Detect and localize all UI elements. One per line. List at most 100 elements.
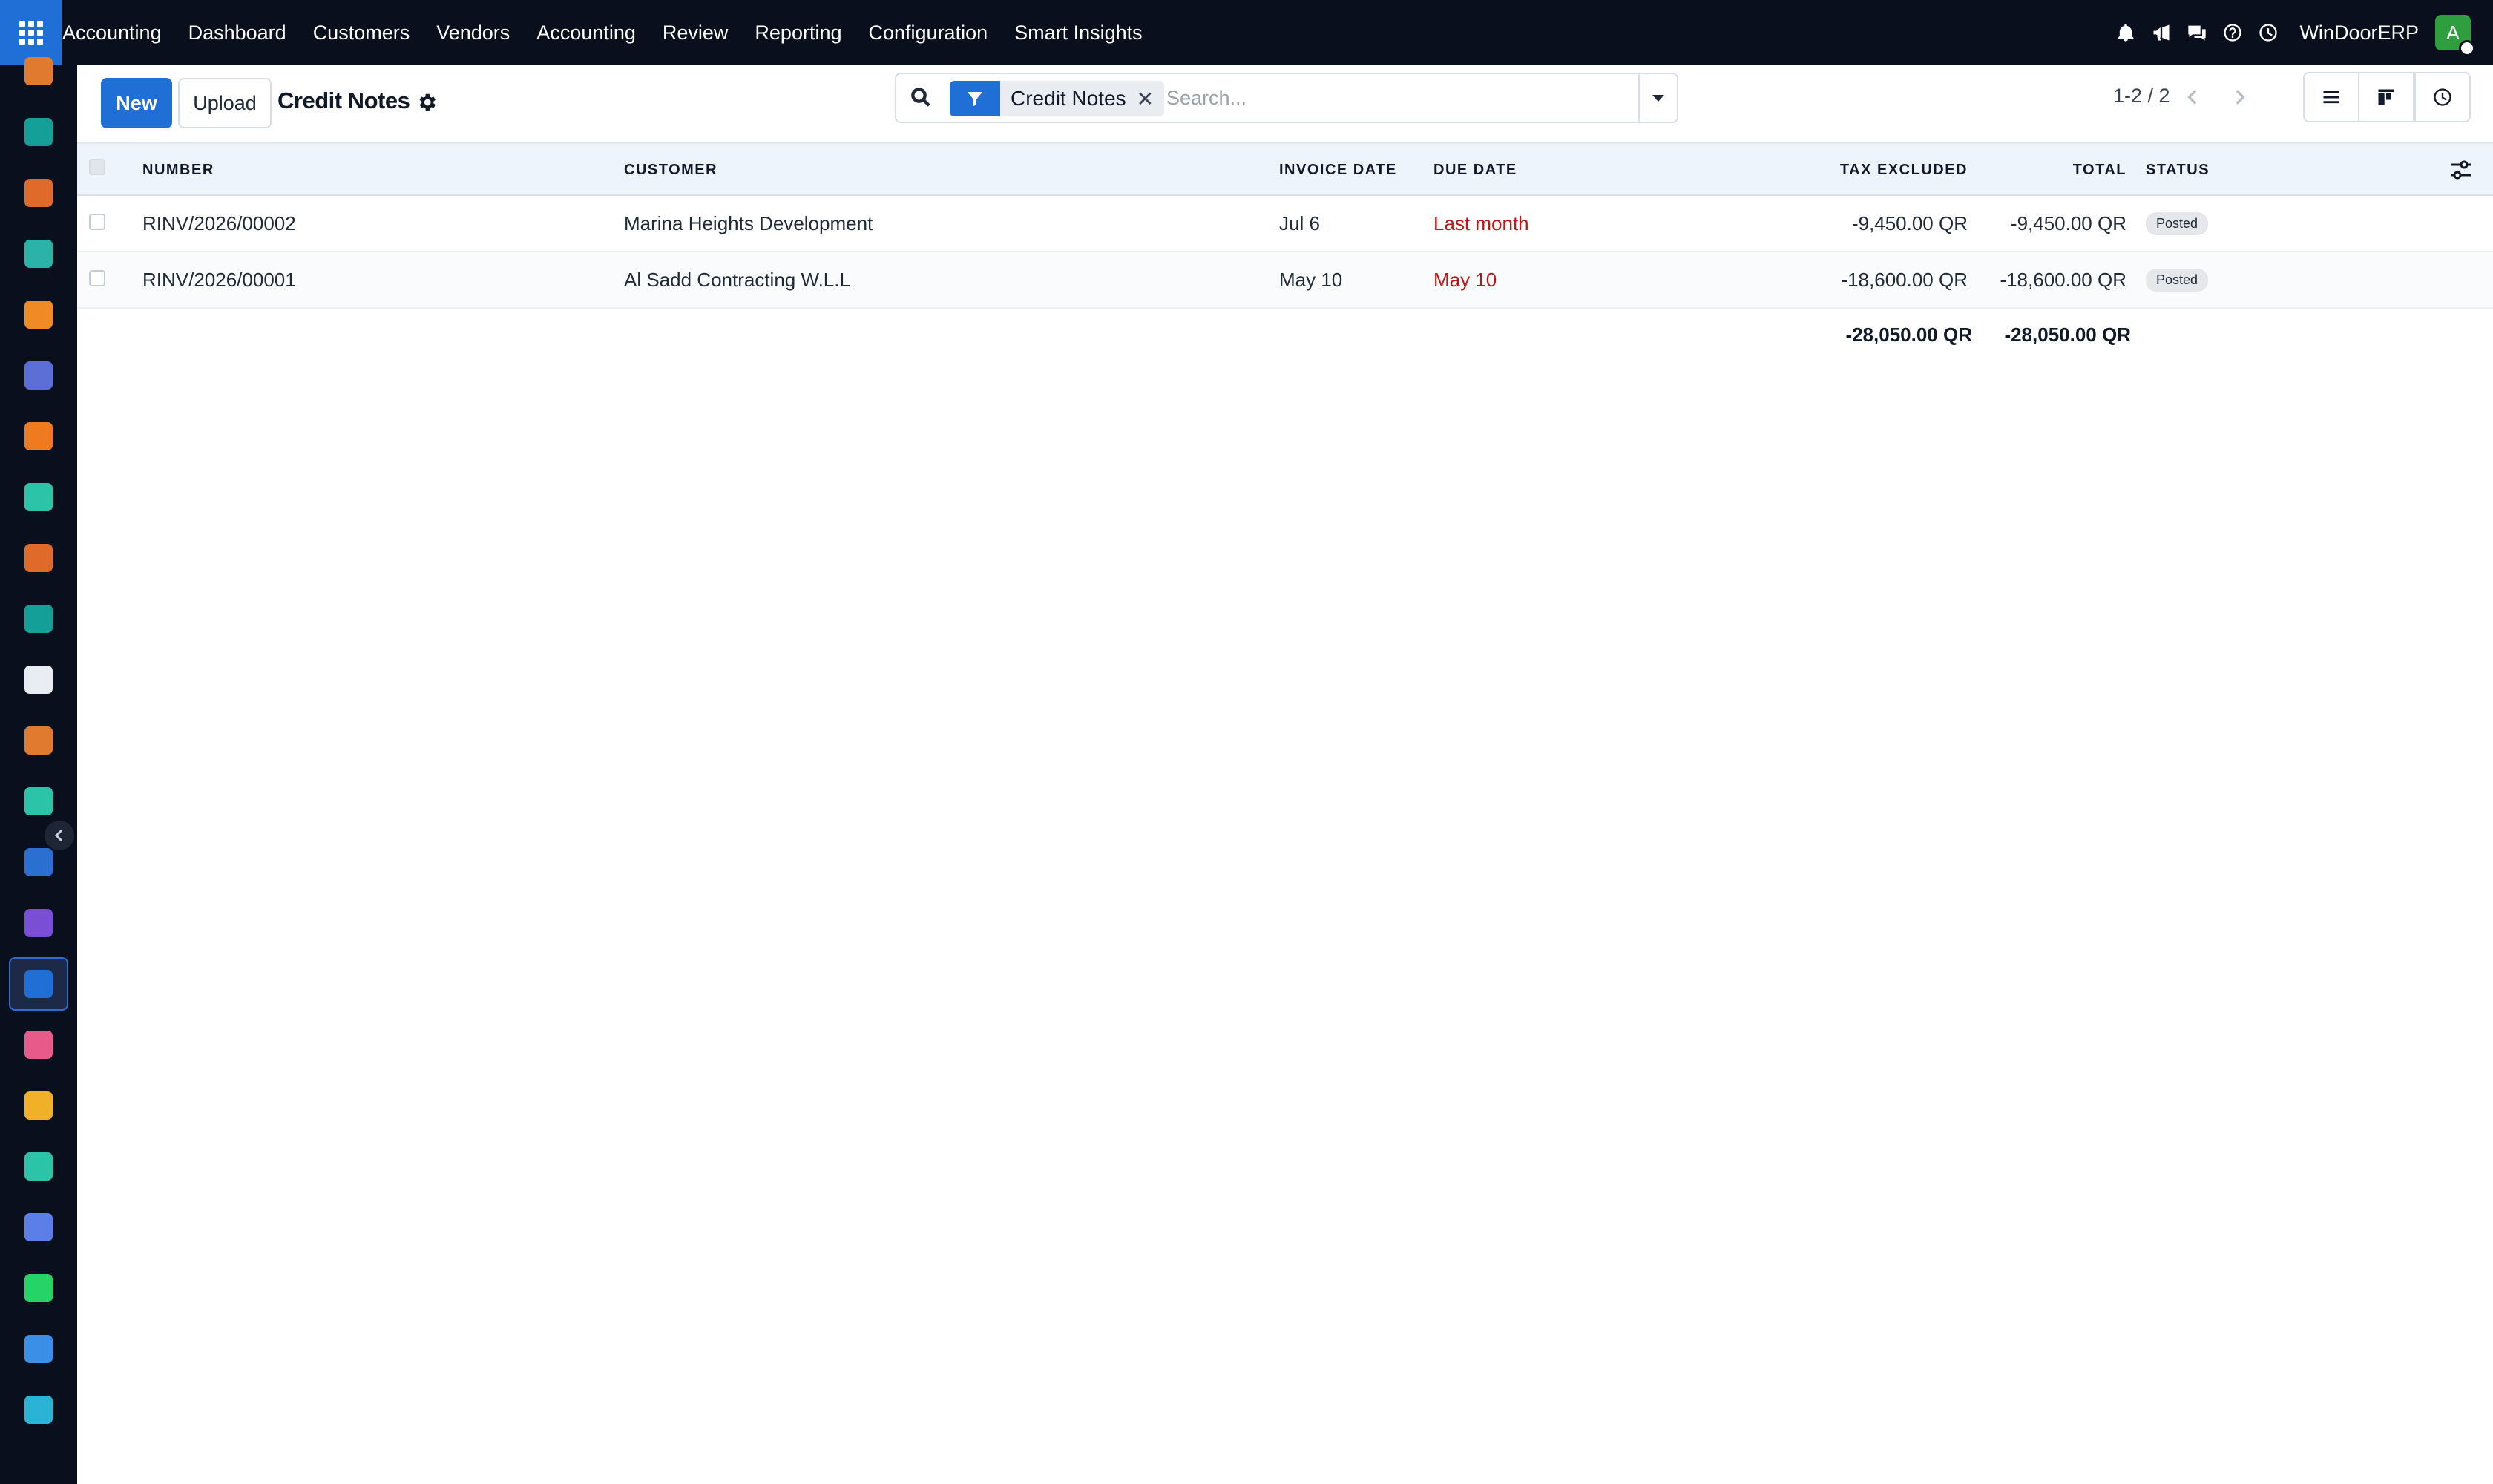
- sidebar-app-contacts-button[interactable]: [9, 105, 68, 159]
- app-sidebar: [0, 57, 77, 1484]
- row-checkbox[interactable]: [89, 214, 105, 230]
- optional-columns-icon[interactable]: [2448, 157, 2474, 183]
- sidebar-app-sign-button[interactable]: [9, 1140, 68, 1193]
- menu-accounting[interactable]: Accounting: [523, 0, 649, 65]
- gear-icon[interactable]: [416, 91, 438, 114]
- sidebar-app-whatsapp-button[interactable]: [9, 1261, 68, 1315]
- app-calendar-icon: [24, 1091, 53, 1120]
- new-button[interactable]: New: [101, 78, 172, 128]
- sidebar-app-mail-button[interactable]: [9, 349, 68, 402]
- col-number[interactable]: NUMBER: [142, 162, 214, 179]
- col-status[interactable]: STATUS: [2146, 162, 2210, 179]
- table-row[interactable]: RINV/2026/00001 Al Sadd Contracting W.L.…: [77, 252, 2493, 309]
- pager-value[interactable]: 1-2 / 2: [2113, 85, 2170, 108]
- cell-tax-excluded: -18,600.00 QR: [1841, 269, 1968, 291]
- kanban-view-button[interactable]: [2358, 72, 2414, 122]
- app-reports-icon: [24, 179, 53, 207]
- app-invoicing-icon: [24, 970, 53, 998]
- sidebar-app-invoicing-button[interactable]: [9, 957, 68, 1011]
- select-all-checkbox[interactable]: [89, 159, 105, 175]
- chat-icon[interactable]: [2179, 0, 2215, 65]
- list-view-button[interactable]: [2303, 72, 2359, 122]
- search-facet: Credit Notes ✕: [950, 81, 1165, 116]
- sidebar-app-reports-button[interactable]: [9, 166, 68, 220]
- app-check-icon: [24, 483, 53, 511]
- bell-icon[interactable]: [2108, 0, 2144, 65]
- app-sign-icon: [24, 1152, 53, 1181]
- credit-notes-table: NUMBER CUSTOMER INVOICE DATE DUE DATE TA…: [77, 142, 2493, 356]
- help-icon[interactable]: [2215, 0, 2250, 65]
- sidebar-app-dashboard-button[interactable]: [9, 1201, 68, 1254]
- sidebar-app-pos-button[interactable]: [9, 714, 68, 767]
- menu-dashboard[interactable]: Dashboard: [175, 0, 300, 65]
- status-badge: Posted: [2146, 212, 2209, 235]
- total-amount: -28,050.00 QR: [2004, 324, 2131, 346]
- sidebar-app-1-button[interactable]: [9, 45, 68, 98]
- menu-reporting[interactable]: Reporting: [741, 0, 855, 65]
- app-contacts-icon: [24, 118, 53, 146]
- app-timer-icon: [24, 1335, 53, 1363]
- sidebar-app-odoo-button[interactable]: [9, 1383, 68, 1437]
- menu-configuration[interactable]: Configuration: [855, 0, 1002, 65]
- kanban-icon: [2378, 89, 2394, 105]
- col-invoice-date[interactable]: INVOICE DATE: [1279, 162, 1397, 179]
- col-customer[interactable]: CUSTOMER: [624, 162, 717, 179]
- app-brand[interactable]: Accounting: [62, 0, 175, 65]
- menu-smart-insights[interactable]: Smart Insights: [1001, 0, 1156, 65]
- caret-down-icon: [1652, 94, 1664, 102]
- sidebar-app-employees-button[interactable]: [9, 592, 68, 646]
- search-options-toggle[interactable]: [1638, 74, 1677, 122]
- menu-vendors[interactable]: Vendors: [423, 0, 523, 65]
- menu-review[interactable]: Review: [649, 0, 742, 65]
- cell-customer: Al Sadd Contracting W.L.L: [624, 269, 850, 291]
- cell-due-date: Last month: [1433, 212, 1529, 234]
- menu-customers[interactable]: Customers: [300, 0, 424, 65]
- activity-view-button[interactable]: [2414, 72, 2471, 122]
- app-whatsapp-icon: [24, 1274, 53, 1302]
- cell-customer: Marina Heights Development: [624, 212, 873, 234]
- sidebar-app-inventory-button[interactable]: [9, 653, 68, 706]
- pager-next-button[interactable]: [2217, 73, 2262, 121]
- app-inventory-icon: [24, 666, 53, 694]
- col-tax-excluded[interactable]: TAX EXCLUDED: [1840, 162, 1968, 179]
- total-tax-excluded: -28,050.00 QR: [1845, 324, 1972, 346]
- sidebar-app-chat-button[interactable]: [9, 288, 68, 341]
- sidebar-app-stats-button[interactable]: [9, 531, 68, 585]
- table-row[interactable]: RINV/2026/00002 Marina Heights Developme…: [77, 196, 2493, 252]
- table-totals-row: -28,050.00 QR -28,050.00 QR: [77, 309, 2493, 356]
- sidebar-app-team-button[interactable]: [9, 1018, 68, 1071]
- app-odoo-icon: [24, 1396, 53, 1424]
- megaphone-icon[interactable]: [2144, 0, 2179, 65]
- app-dashboard-icon: [24, 1213, 53, 1241]
- page-title: Credit Notes: [277, 88, 410, 114]
- chevron-right-icon: [2236, 90, 2245, 105]
- sidebar-app-pie-button[interactable]: [9, 227, 68, 280]
- app-team-icon: [24, 1031, 53, 1059]
- sidebar-app-tasks-button[interactable]: [9, 775, 68, 828]
- pager-previous-button[interactable]: [2171, 73, 2216, 121]
- sidebar-app-calendar-button[interactable]: [9, 1079, 68, 1132]
- sidebar-app-check-button[interactable]: [9, 470, 68, 524]
- user-avatar[interactable]: A: [2435, 15, 2475, 56]
- app-chat-icon: [24, 301, 53, 329]
- sidebar-app-discuss-button[interactable]: [9, 410, 68, 463]
- search-input[interactable]: [1166, 82, 1612, 114]
- app-pie-icon: [24, 240, 53, 268]
- row-checkbox[interactable]: [89, 270, 105, 286]
- app-discuss-icon: [24, 422, 53, 450]
- sidebar-app-knowledge-button[interactable]: [9, 835, 68, 889]
- col-total[interactable]: TOTAL: [2073, 162, 2126, 179]
- cell-due-date: May 10: [1433, 269, 1497, 291]
- cell-total: -9,450.00 QR: [2010, 212, 2126, 234]
- presence-dot: [2459, 40, 2475, 56]
- cell-number: RINV/2026/00001: [142, 269, 296, 291]
- upload-button[interactable]: Upload: [178, 78, 272, 128]
- remove-facet-icon[interactable]: ✕: [1137, 87, 1154, 111]
- table-header: NUMBER CUSTOMER INVOICE DATE DUE DATE TA…: [77, 142, 2493, 196]
- clock-icon[interactable]: [2250, 0, 2286, 65]
- company-switcher[interactable]: WinDoorERP: [2299, 22, 2419, 45]
- sidebar-app-timer-button[interactable]: [9, 1322, 68, 1376]
- col-due-date[interactable]: DUE DATE: [1433, 162, 1517, 179]
- sidebar-app-box-button[interactable]: [9, 896, 68, 950]
- search-icon[interactable]: [910, 86, 935, 111]
